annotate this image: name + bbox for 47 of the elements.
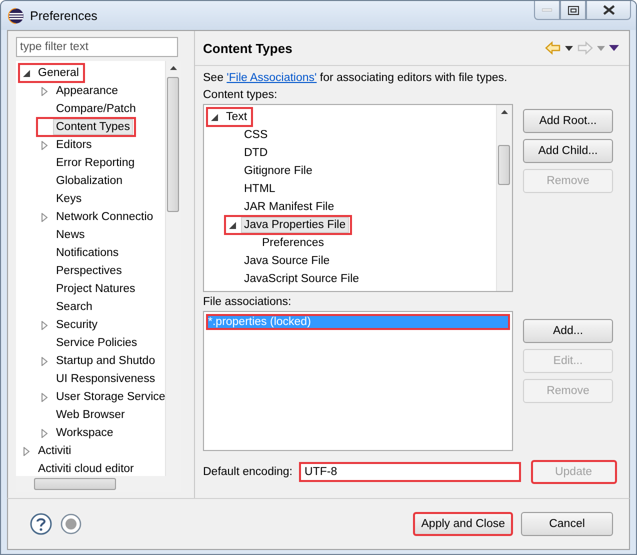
tree-item[interactable]: Text bbox=[223, 109, 250, 125]
encoding-label: Default encoding: bbox=[203, 466, 293, 478]
tree-item[interactable]: Search bbox=[53, 299, 96, 315]
tree-item[interactable]: Editors bbox=[53, 137, 95, 153]
tree-item[interactable]: Notifications bbox=[53, 245, 122, 261]
tree-item[interactable]: Service Policies bbox=[53, 335, 140, 351]
tree-item[interactable]: Security bbox=[53, 317, 101, 333]
tree-item[interactable]: Gitignore File bbox=[241, 163, 316, 179]
tree-item[interactable]: Compare/Patch bbox=[53, 101, 139, 117]
tree-item[interactable]: HTML bbox=[241, 181, 278, 197]
tree-item[interactable]: User Storage Service bbox=[53, 389, 165, 405]
tree-item[interactable]: JAR Manifest File bbox=[241, 199, 338, 215]
window-title: Preferences bbox=[30, 8, 98, 22]
tree-item[interactable]: Perspectives bbox=[53, 263, 125, 279]
tree-item[interactable]: Appearance bbox=[53, 83, 122, 99]
encoding-field[interactable]: UTF-8 bbox=[298, 462, 521, 482]
foot-button[interactable]: Apply and Close bbox=[413, 512, 513, 536]
tree-item[interactable]: Globalization bbox=[53, 173, 126, 189]
tree-item[interactable]: Java Properties File bbox=[241, 217, 349, 233]
tree-item[interactable]: Java Source File bbox=[241, 253, 333, 269]
tree-item[interactable]: UI Responsiveness bbox=[53, 371, 158, 387]
tree-item[interactable]: Web Browser bbox=[53, 407, 128, 423]
foot-button[interactable]: Cancel bbox=[521, 512, 613, 536]
tree-item[interactable]: JavaScript Source File bbox=[241, 271, 362, 287]
tree-item[interactable]: CSS bbox=[241, 127, 271, 143]
tree-item[interactable]: Network Connectio bbox=[53, 209, 156, 225]
tree-item[interactable]: Error Reporting bbox=[53, 155, 138, 171]
tree-item[interactable]: General bbox=[35, 65, 82, 81]
description-text: See 'File Associations' for associating editors with file types. bbox=[203, 72, 508, 84]
tree-item[interactable]: Preferences bbox=[259, 235, 328, 251]
tree-item[interactable]: Keys bbox=[53, 191, 85, 207]
section-label: Content types: bbox=[203, 89, 278, 101]
filter-field[interactable]: type filter text bbox=[16, 37, 178, 57]
page-title: Content Types bbox=[203, 40, 292, 56]
side-button[interactable]: Add... bbox=[523, 319, 613, 343]
section-label: File associations: bbox=[203, 296, 292, 308]
tree-item[interactable]: Activiti bbox=[35, 443, 74, 459]
tree-item[interactable]: Activiti cloud editor bbox=[35, 461, 137, 476]
tree-item[interactable]: Content Types bbox=[53, 119, 133, 135]
side-button[interactable]: Add Root... bbox=[523, 109, 613, 133]
file-associations-link[interactable]: 'File Associations' bbox=[226, 72, 317, 84]
tree-item[interactable]: Startup and Shutdo bbox=[53, 353, 158, 369]
tree-item[interactable]: Project Natures bbox=[53, 281, 138, 297]
tree-item[interactable]: News bbox=[53, 227, 88, 243]
side-button[interactable]: Add Child... bbox=[523, 139, 613, 163]
tree-item[interactable]: DTD bbox=[241, 145, 271, 161]
tree-item[interactable]: Workspace bbox=[53, 425, 116, 441]
